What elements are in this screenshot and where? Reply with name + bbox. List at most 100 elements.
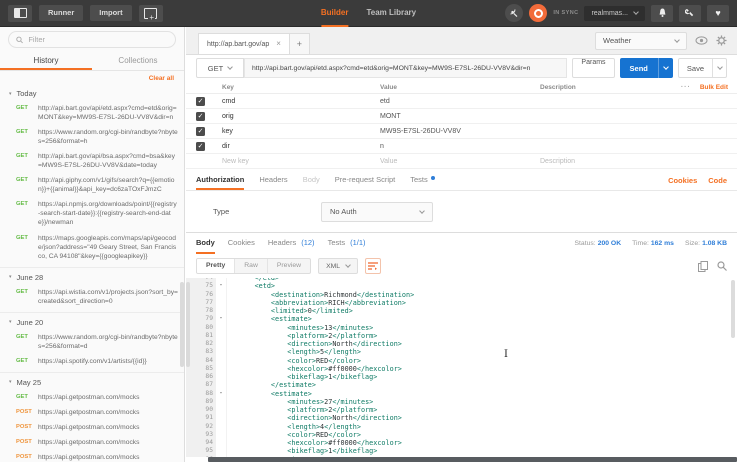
code-text: <minutes>13</minutes>	[227, 324, 373, 332]
fold-caret-icon[interactable]: ▾	[216, 282, 227, 290]
runner-button[interactable]: Runner	[39, 5, 83, 21]
params-button[interactable]: Params	[572, 58, 614, 78]
history-item[interactable]: GEThttps://maps.googleapis.com/maps/api/…	[0, 231, 184, 264]
request-tab-body[interactable]: Body	[303, 171, 320, 190]
param-value[interactable]: MW9S-E7SL-26DU-VV8V	[380, 128, 540, 135]
response-tab-tests[interactable]: Tests(1/1)	[328, 233, 366, 254]
history-item[interactable]: GEThttp://api.bart.gov/api/etd.aspx?cmd=…	[0, 101, 184, 125]
param-value[interactable]: etd	[380, 98, 540, 105]
view-mode-raw[interactable]: Raw	[235, 259, 268, 273]
environment-select[interactable]: Weather	[595, 32, 687, 50]
clear-all-link[interactable]: Clear all	[0, 71, 184, 84]
history-date-header[interactable]: ▾Today	[0, 84, 184, 101]
nav-tab-team-library[interactable]: Team Library	[366, 0, 416, 27]
view-mode-pretty[interactable]: Pretty	[197, 259, 235, 273]
history-date-header[interactable]: ▾May 25	[0, 373, 184, 390]
sidebar-tab-collections[interactable]: Collections	[92, 51, 184, 70]
filter-input[interactable]	[28, 35, 168, 44]
save-options-caret[interactable]	[712, 59, 726, 77]
response-tab-headers[interactable]: Headers(12)	[268, 233, 315, 254]
params-more-icon[interactable]: ···	[681, 84, 691, 91]
history-item[interactable]: GEThttps://api.spotify.com/v1/artists/{{…	[0, 354, 184, 369]
history-group: ▾TodayGEThttp://api.bart.gov/api/etd.asp…	[0, 84, 184, 267]
url-input[interactable]	[244, 58, 567, 78]
code-line: 83 <length>5</length>	[186, 348, 737, 356]
sync-satellite-button[interactable]	[505, 4, 523, 22]
settings-gear-icon[interactable]	[716, 35, 727, 46]
send-button[interactable]: Send	[620, 58, 673, 78]
save-button[interactable]: Save	[678, 58, 727, 78]
wrap-lines-button[interactable]	[365, 258, 381, 274]
bulk-edit-link[interactable]: Bulk Edit	[700, 84, 728, 91]
in-sync-indicator[interactable]	[529, 4, 547, 22]
history-item[interactable]: POSThttps://api.getpostman.com/mocks	[0, 450, 184, 462]
nav-tab-builder[interactable]: Builder	[321, 0, 349, 27]
fold-caret-icon[interactable]: ▾	[216, 390, 227, 398]
history-item[interactable]: GEThttps://www.random.org/cgi-bin/randby…	[0, 330, 184, 354]
send-options-caret[interactable]	[658, 58, 673, 78]
history-item[interactable]: GEThttps://api.getpostman.com/mocks	[0, 390, 184, 405]
response-body-editor[interactable]: 74 </etd>75▾ <etd>76 <destination>Richmo…	[186, 278, 737, 457]
request-tab-headers[interactable]: Headers	[259, 171, 287, 190]
param-key[interactable]: cmd	[222, 98, 380, 105]
history-item[interactable]: GEThttps://www.random.org/cgi-bin/randby…	[0, 125, 184, 149]
method-select[interactable]: GET	[196, 58, 244, 78]
panel-scrollbar[interactable]	[186, 282, 190, 367]
user-menu[interactable]: realmmas...	[584, 6, 645, 21]
auth-type-select[interactable]: No Auth	[321, 202, 433, 222]
new-description-placeholder[interactable]: Description	[540, 158, 652, 165]
notifications-button[interactable]	[651, 5, 673, 22]
code-text: <color>RED</color>	[227, 357, 361, 365]
sidebar-toggle-button[interactable]	[8, 5, 32, 22]
sidebar-tab-history[interactable]: History	[0, 51, 92, 70]
fold-caret-icon[interactable]: ▾	[216, 315, 227, 323]
new-value-placeholder[interactable]: Value	[380, 158, 540, 165]
history-url: https://www.random.org/cgi-bin/randbyte?…	[38, 128, 178, 146]
request-tab-authorization[interactable]: Authorization	[196, 171, 244, 190]
import-button[interactable]: Import	[90, 5, 131, 21]
response-tab-cookies[interactable]: Cookies	[228, 233, 255, 254]
method-value: GET	[208, 64, 223, 73]
history-date-header[interactable]: ▾June 20	[0, 313, 184, 330]
format-select[interactable]: XML	[318, 258, 358, 274]
param-checkbox[interactable]: ✓	[196, 112, 205, 121]
new-window-button[interactable]	[139, 5, 163, 22]
param-checkbox[interactable]: ✓	[196, 127, 205, 136]
copy-response-icon[interactable]	[698, 261, 708, 272]
search-response-icon[interactable]	[717, 261, 727, 271]
view-mode-preview[interactable]: Preview	[268, 259, 310, 273]
sidebar-scrollbar[interactable]	[180, 282, 184, 367]
response-tab-body[interactable]: Body	[196, 233, 215, 254]
param-key[interactable]: key	[222, 128, 380, 135]
param-value[interactable]: MONT	[380, 113, 540, 120]
history-item[interactable]: POSThttps://api.getpostman.com/mocks	[0, 405, 184, 420]
history-item[interactable]: GEThttp://api.giphy.com/v1/gifs/search?q…	[0, 173, 184, 197]
history-item[interactable]: POSThttps://api.getpostman.com/mocks	[0, 435, 184, 450]
settings-wrench-button[interactable]	[679, 5, 701, 22]
request-tab[interactable]: http://ap.bart.gov/ap ×	[198, 33, 290, 54]
param-checkbox[interactable]: ✓	[196, 142, 205, 151]
response-vertical-scrollbar[interactable]	[731, 280, 735, 338]
favorites-button[interactable]: ♥	[707, 5, 729, 22]
fold-gutter	[216, 332, 227, 340]
filter-box[interactable]	[8, 31, 176, 48]
param-checkbox[interactable]: ✓	[196, 97, 205, 106]
close-icon[interactable]: ×	[276, 40, 281, 48]
param-value[interactable]: n	[380, 143, 540, 150]
new-tab-button[interactable]: +	[290, 33, 310, 54]
history-item[interactable]: POSThttps://api.getpostman.com/mocks	[0, 420, 184, 435]
param-key[interactable]: dir	[222, 143, 380, 150]
history-item[interactable]: GEThttps://api.wistia.com/v1/projects.js…	[0, 285, 184, 309]
request-tab-tests[interactable]: Tests	[410, 171, 435, 190]
new-key-placeholder[interactable]: New key	[222, 158, 380, 165]
request-tab-pre-request-script[interactable]: Pre-request Script	[335, 171, 395, 190]
cookies-link[interactable]: Cookies	[668, 176, 697, 185]
params-new-row[interactable]: New key Value Description	[186, 154, 737, 169]
history-item[interactable]: GEThttp://api.bart.gov/api/bsa.aspx?cmd=…	[0, 149, 184, 173]
history-item[interactable]: GEThttps://api.npmjs.org/downloads/point…	[0, 197, 184, 230]
response-horizontal-scrollbar[interactable]	[208, 457, 737, 462]
code-link[interactable]: Code	[708, 176, 727, 185]
param-key[interactable]: orig	[222, 113, 380, 120]
history-date-header[interactable]: ▾June 28	[0, 268, 184, 285]
environment-preview-eye-icon[interactable]	[695, 36, 708, 45]
